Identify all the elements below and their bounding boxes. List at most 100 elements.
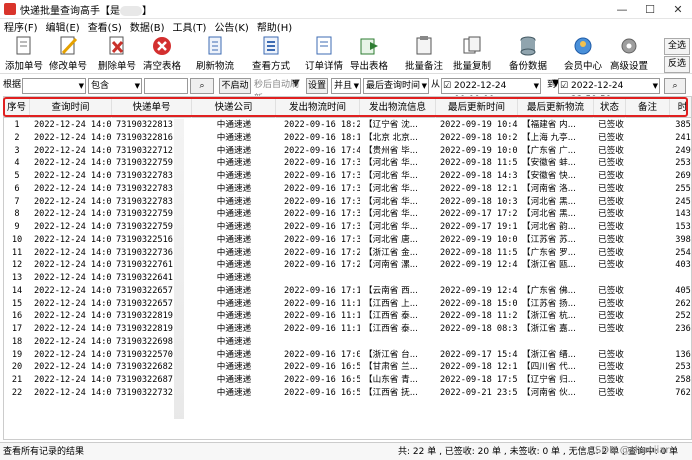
col-header-tracking-no[interactable]: 快递单号 (112, 97, 192, 118)
table-cell (284, 336, 360, 349)
order-detail-button[interactable]: 订单详情 (304, 36, 344, 72)
table-cell: 2022-12-24 14:0... (34, 120, 112, 130)
col-header-note[interactable]: 备注 (626, 97, 670, 118)
logic-select[interactable]: 并且 ▼ (331, 78, 361, 94)
batch-copy-button[interactable]: 批量复制 (452, 36, 492, 72)
table-cell: 2022-09-16 16:59:46 (284, 362, 360, 373)
table-row[interactable]: 17 2022-12-24 14:0... 73190322819 中通速递 2022-… (4, 323, 691, 336)
edit-button[interactable]: 修改单号 (48, 36, 88, 72)
col-header-duration[interactable]: 时 (670, 97, 691, 118)
table-row[interactable]: 12 2022-12-24 14:0... 73190322761 中通速递 2022-… (4, 259, 691, 272)
advanced-settings-button[interactable]: 高级设置 (606, 36, 652, 72)
chevron-down-icon: ▼ (78, 82, 84, 90)
from-datetime-input[interactable]: ☑2022-12-24 00:00:00▼ (441, 78, 541, 105)
table-row[interactable]: 2 2022-12-24 14:0... 73190322816 中通速递 2022-0… (4, 132, 691, 145)
table-row[interactable]: 14 2022-12-24 14:0... 73190322657 中通速递 2022-… (4, 285, 691, 298)
checkbox-checked-icon[interactable]: ☑ (443, 79, 451, 93)
export-table-button[interactable]: 导出表格 (348, 36, 390, 72)
view-mode-button[interactable]: 查看方式 (250, 36, 292, 72)
table-cell: 【贵州省 毕... (364, 145, 418, 156)
table-row[interactable]: 7 2022-12-24 14:0... 73190322783 中通速递 2022-0… (4, 196, 691, 209)
to-datetime-input[interactable]: ☑2022-12-24 23:59:59▼ (558, 78, 660, 105)
menu-bar: 程序(F) 编辑(E) 查看(S) 数据(B) 工具(T) 公告(K) 帮助(H… (0, 19, 692, 34)
table-row[interactable]: 6 2022-12-24 14:0... 73190322783 中通速递 2022-0… (4, 183, 691, 196)
to-label: 到 (547, 80, 557, 90)
member-center-button[interactable]: 会员中心 (562, 36, 604, 72)
table-row[interactable]: 21 2022-12-24 14:0... 73190322687 中通速递 2022-… (4, 374, 691, 387)
col-header-index[interactable]: 序号 (4, 97, 30, 118)
table-row[interactable]: 20 2022-12-24 14:0... 73190322682 中通速递 2022-… (4, 361, 691, 374)
close-icon[interactable]: ✕ (664, 0, 692, 19)
menu-tools[interactable]: 工具(T) (169, 19, 211, 34)
table-cell: 2022-09-18 12:10:20 (440, 183, 518, 194)
copy-icon (461, 36, 483, 56)
table-row[interactable]: 1 2022-12-24 14:0... 73190322813 中通速递 2022-0… (4, 119, 691, 132)
table-row[interactable]: 11 2022-12-24 14:0... 73190322736 中通速递 2022-… (4, 247, 691, 260)
table-cell: 中通速递 (216, 247, 252, 258)
clear-table-button[interactable]: 清空表格 (142, 36, 182, 72)
refresh-logistics-button[interactable]: 刷新物流 (194, 36, 236, 72)
col-header-dispatch-info[interactable]: 发出物流信息 (360, 97, 436, 118)
table-cell: 2022-09-18 15:01:55 (440, 298, 518, 309)
table-cell: 中通速递 (216, 285, 252, 296)
table-cell: 2539 (675, 158, 691, 169)
search-button[interactable]: ⌕ (190, 78, 214, 94)
menu-edit[interactable]: 编辑(E) (42, 19, 84, 34)
select-all-button[interactable]: 全选 (664, 38, 690, 55)
col-header-last-update-time[interactable]: 最后更新时间 (436, 97, 518, 118)
table-cell: 2022-12-24 14:0... (34, 362, 112, 373)
table-cell: 22 (11, 387, 23, 398)
filter-field-select[interactable]: ▼ (22, 78, 86, 94)
col-header-status[interactable]: 状态 (594, 97, 626, 118)
menu-data[interactable]: 数据(B) (126, 19, 169, 34)
table-cell (626, 349, 670, 362)
table-row[interactable]: 22 2022-12-24 14:0... 73190322732 中通速递 2022-… (4, 387, 691, 400)
menu-view[interactable]: 查看(S) (84, 19, 126, 34)
table-cell (596, 336, 626, 349)
table-cell: 【广东省 佛... (522, 285, 576, 296)
results-table: 序号 查询时间 快递单号 快递公司 发出物流时间 发出物流信息 最后更新时间 最… (3, 96, 692, 440)
table-row[interactable]: 19 2022-12-24 14:0... 73190322570 中通速递 2022-… (4, 349, 691, 362)
table-row[interactable]: 8 2022-12-24 14:0... 73190322759 中通速递 2022-0… (4, 208, 691, 221)
add-button[interactable]: 添加单号 (4, 36, 44, 72)
table-cell: 2022-12-24 14:0... (34, 196, 112, 207)
time-field-select[interactable]: 最后查询时间 ▼ (363, 78, 429, 94)
table-row[interactable]: 5 2022-12-24 14:0... 73190322783 中通速递 2022-0… (4, 170, 691, 183)
col-header-courier[interactable]: 快递公司 (192, 97, 276, 118)
backup-data-button[interactable]: 备份数据 (506, 36, 550, 72)
condition-select[interactable]: 包含 ▼ (88, 78, 142, 94)
delete-button[interactable]: 删除单号 (96, 36, 138, 72)
table-cell: 已签收 (598, 375, 624, 385)
date-search-button[interactable]: ⌕ (664, 78, 686, 94)
table-cell: 已签收 (598, 145, 624, 156)
col-header-query-time[interactable]: 查询时间 (30, 97, 112, 118)
settings-button[interactable]: 设置 (306, 78, 328, 94)
minimize-icon[interactable]: — (608, 0, 636, 19)
table-cell: 2552 (675, 183, 691, 194)
table-row[interactable]: 18 2022-12-24 14:0... 73190322698 中通速递 (4, 336, 691, 349)
gear-icon (618, 36, 640, 56)
batch-note-button[interactable]: 批量备注 (404, 36, 444, 72)
table-cell: 2022-09-16 18:27:08 (284, 120, 360, 130)
table-row[interactable]: 9 2022-12-24 14:0... 73190322759 中通速递 2022-0… (4, 221, 691, 234)
table-row[interactable]: 16 2022-12-24 14:0... 73190322819 中通速递 2022-… (4, 310, 691, 323)
menu-program[interactable]: 程序(F) (0, 19, 42, 34)
table-row[interactable]: 13 2022-12-24 14:0... 73190322641 中通速递 (4, 272, 691, 285)
table-cell: 73190322682 (116, 362, 173, 373)
col-header-dispatch-time[interactable]: 发出物流时间 (276, 97, 360, 118)
checkbox-checked-icon[interactable]: ☑ (560, 79, 568, 93)
col-header-last-logistics[interactable]: 最后更新物流 (518, 97, 594, 118)
menu-notice[interactable]: 公告(K) (210, 19, 252, 34)
invert-select-button[interactable]: 反选 (664, 56, 690, 73)
table-row[interactable]: 10 2022-12-24 14:0... 73190322516 中通速递 2022-… (4, 234, 691, 247)
table-row[interactable]: 15 2022-12-24 14:0... 73190322657 中通速递 2022-… (4, 298, 691, 311)
maximize-icon[interactable]: ☐ (636, 0, 664, 19)
table-row[interactable]: 4 2022-12-24 14:0... 73190322759 中通速递 2022-0… (4, 157, 691, 170)
table-cell: 【河南省 漯... (364, 260, 418, 271)
menu-help[interactable]: 帮助(H) (253, 19, 296, 34)
table-cell: 73190322657 (116, 285, 173, 296)
keyword-input[interactable] (144, 78, 188, 94)
table-cell: 73190322657 (116, 298, 173, 309)
table-row[interactable]: 3 2022-12-24 14:0... 73190322712 中通速递 2022-0… (4, 145, 691, 158)
auto-refresh-select[interactable]: 不启动 (219, 78, 251, 94)
